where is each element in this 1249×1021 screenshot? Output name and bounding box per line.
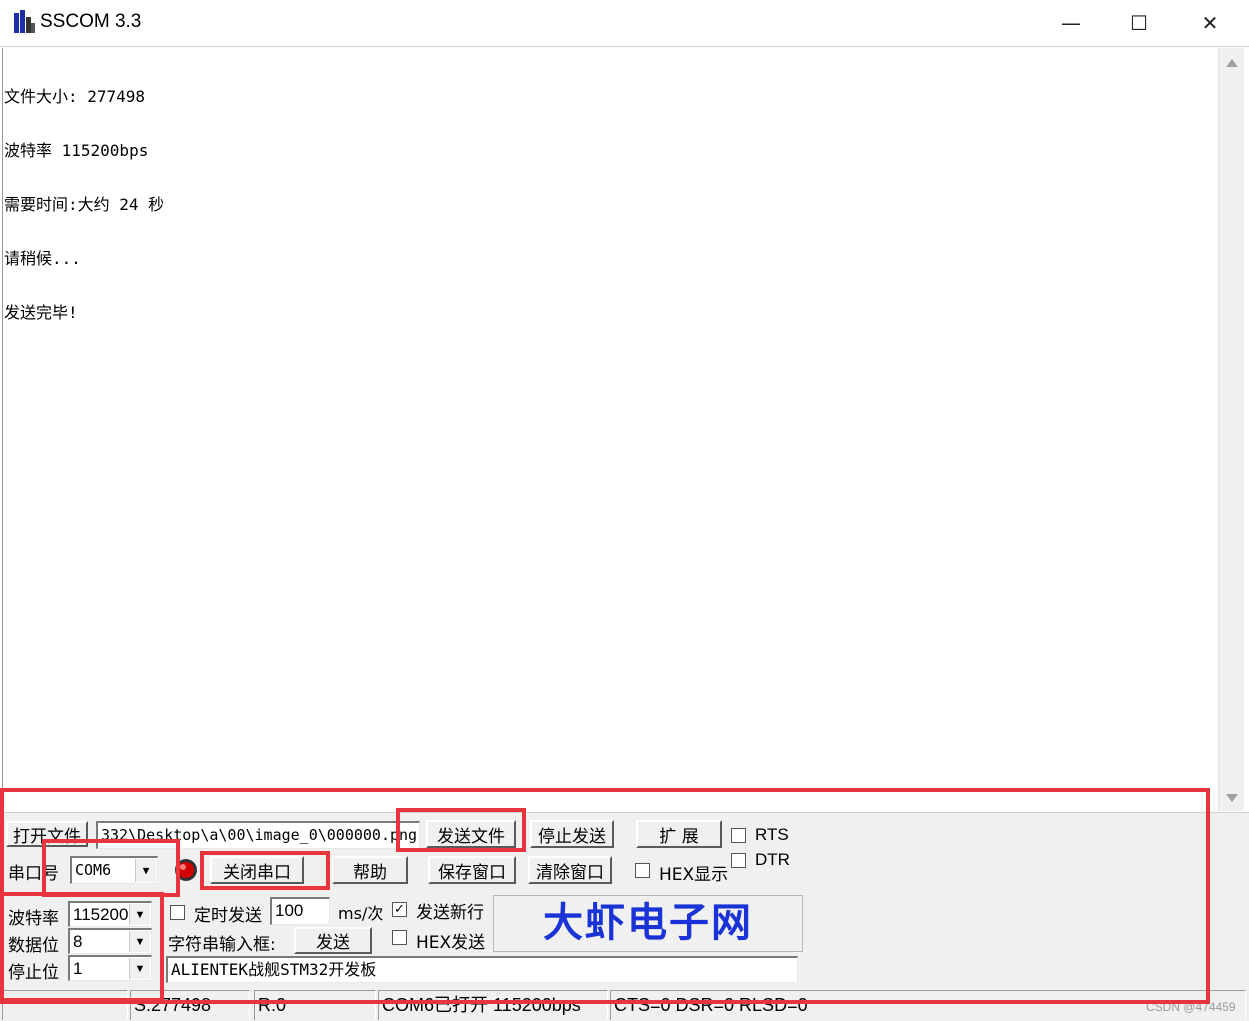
receive-line: 发送完毕! — [4, 303, 78, 322]
annotation-box-close-port — [200, 851, 330, 890]
title-bar: SSCOM 3.3 — ☐ ✕ — [0, 0, 1249, 47]
vertical-scrollbar[interactable] — [1218, 48, 1244, 811]
annotation-box-send-file — [396, 808, 526, 852]
close-button[interactable]: ✕ — [1185, 6, 1235, 40]
maximize-button[interactable]: ☐ — [1114, 6, 1164, 40]
scroll-down-icon[interactable] — [1225, 793, 1239, 803]
scroll-up-icon[interactable] — [1225, 58, 1239, 68]
receive-area[interactable] — [2, 48, 1218, 808]
receive-line: 请稍候... — [4, 249, 81, 268]
annotation-box-panel — [0, 788, 1210, 1004]
receive-line: 文件大小: 277498 — [4, 87, 146, 106]
minimize-button[interactable]: — — [1046, 6, 1096, 40]
annotation-box-port — [42, 839, 180, 897]
receive-line: 需要时间:大约 24 秒 — [4, 195, 165, 214]
receive-text: 文件大小: 277498 波特率 115200bps 需要时间:大约 24 秒 … — [4, 52, 164, 340]
window-title: SSCOM 3.3 — [40, 11, 142, 32]
receive-line: 波特率 115200bps — [4, 141, 149, 160]
app-icon — [14, 10, 35, 33]
annotation-box-params — [0, 892, 164, 1002]
